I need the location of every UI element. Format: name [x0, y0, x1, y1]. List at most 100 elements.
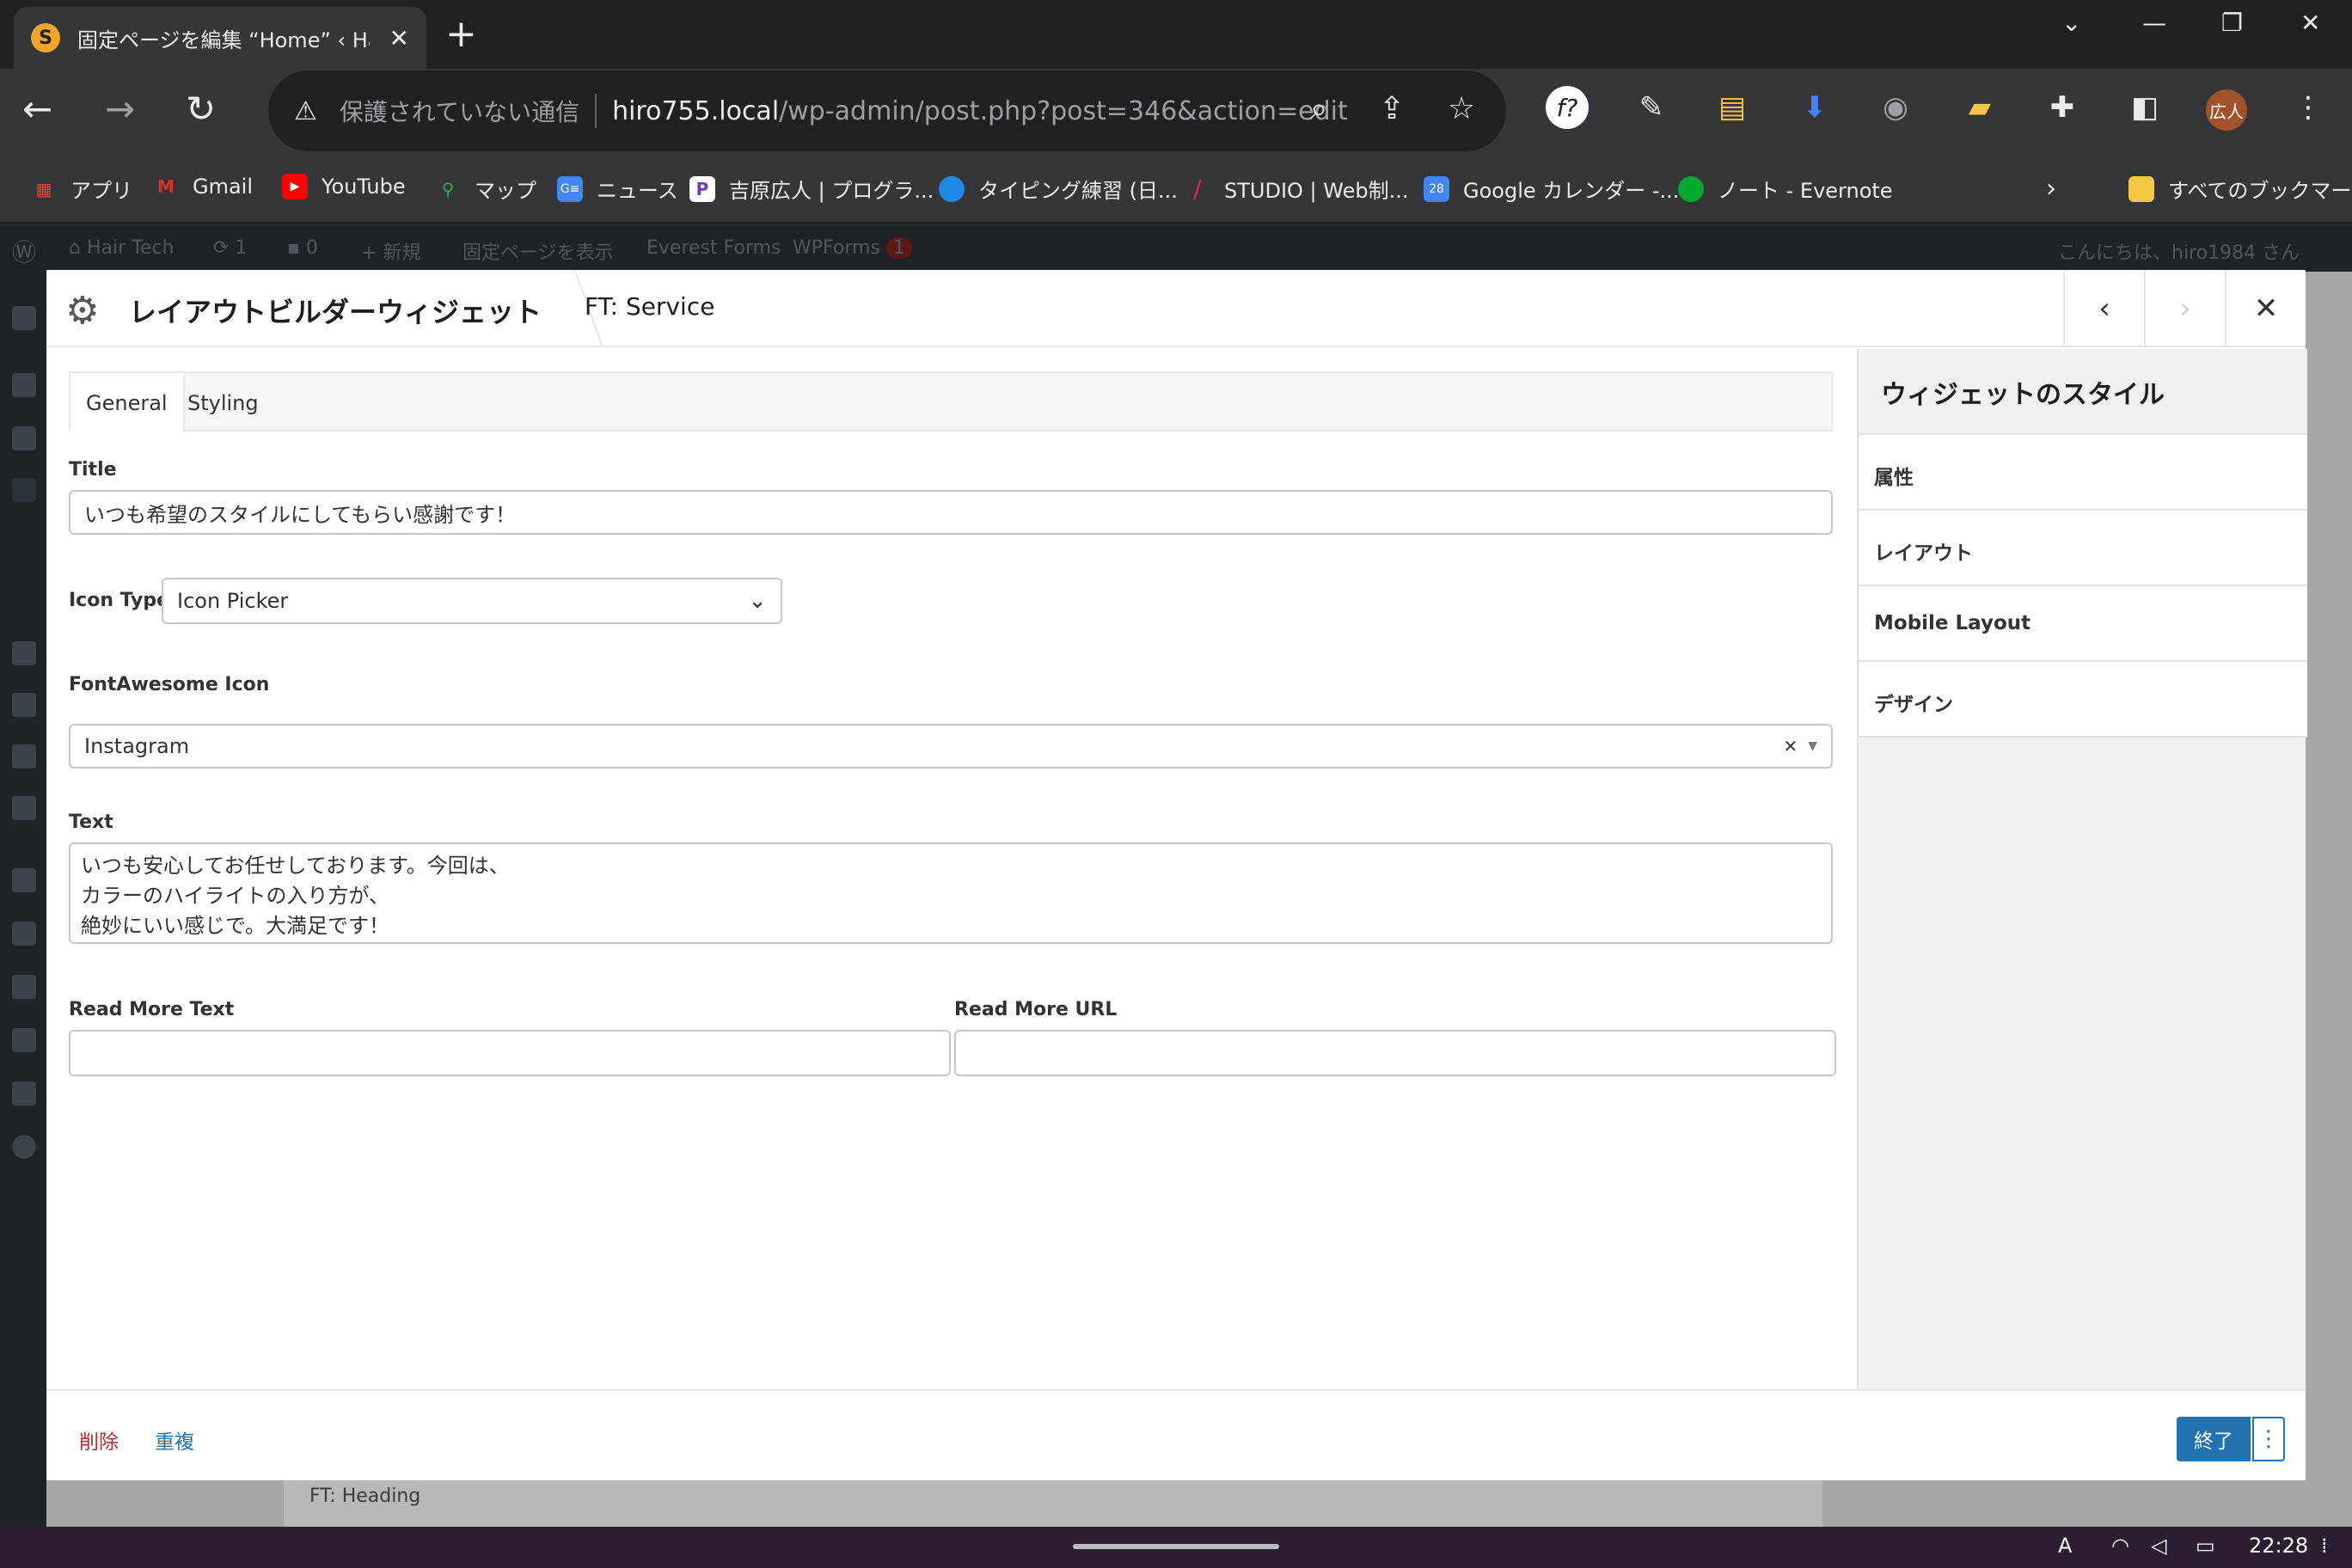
style-section-mobile-layout[interactable]: Mobile Layout: [1859, 586, 2307, 662]
browser-tab[interactable]: S 固定ページを編集 “Home” ‹ Ha ✕: [14, 7, 426, 69]
pages-icon[interactable]: [12, 478, 36, 502]
window-close-icon[interactable]: ✕: [2300, 9, 2320, 37]
kebab-menu-icon: ⋮: [2257, 1426, 2280, 1452]
text-label: Text: [69, 812, 113, 833]
clock[interactable]: 22:28: [2249, 1534, 2308, 1558]
title-input[interactable]: いつも希望のスタイルにしてもらい感謝です！: [69, 490, 1833, 535]
text-line: 絶妙にいい感じで。大満足です！: [81, 914, 390, 938]
download-extension-icon[interactable]: ⬇: [1793, 86, 1836, 129]
tab-styling[interactable]: Styling: [172, 373, 274, 433]
tab-close-icon[interactable]: ✕: [389, 24, 409, 52]
style-section-attributes[interactable]: 属性: [1859, 435, 2307, 511]
bookmarks-overflow-chevron-icon[interactable]: ›: [2046, 174, 2056, 204]
text-textarea[interactable]: いつも安心してお任せしております。今回は、 カラーのハイライトの入り方が、 絶妙…: [69, 842, 1833, 944]
wp-logo-icon[interactable]: Ⓦ: [12, 234, 36, 268]
user-greeting[interactable]: こんにちは、hiro1984 さん: [2058, 237, 2300, 265]
screenshot-extension-icon[interactable]: ◉: [1874, 86, 1917, 129]
new-tab-icon[interactable]: +: [445, 12, 477, 56]
omnibox-divider: [595, 94, 597, 128]
appearance-icon[interactable]: [12, 868, 36, 892]
delete-link[interactable]: 削除: [79, 1425, 119, 1455]
bookmark-news[interactable]: G≡ ニュース: [557, 174, 678, 204]
home-handle[interactable]: [1073, 1544, 1279, 1549]
tab-search-chevron-icon[interactable]: ⌄: [2061, 9, 2081, 37]
posts-pin-icon[interactable]: [12, 373, 36, 397]
bookmark-gmail[interactable]: M Gmail: [153, 174, 253, 199]
ime-icon[interactable]: A: [2058, 1534, 2072, 1558]
wifi-icon[interactable]: ◠: [2111, 1534, 2129, 1558]
p-icon: P: [689, 175, 715, 202]
back-icon[interactable]: ←: [22, 88, 52, 130]
address-bar[interactable]: ⚠ 保護されていない通信 hiro755.local/wp-admin/post…: [268, 70, 1506, 151]
bookmark-typing[interactable]: タイピング練習 (日...: [939, 174, 1178, 204]
next-widget-button[interactable]: ›: [2144, 270, 2225, 347]
color-picker-extension-icon[interactable]: ✎: [1630, 86, 1673, 129]
bookmark-youtube[interactable]: ▶ YouTube: [282, 174, 406, 199]
style-section-design[interactable]: デザイン: [1859, 662, 2307, 738]
more-options-button[interactable]: ⋮: [2252, 1417, 2285, 1461]
users-icon[interactable]: [12, 975, 36, 999]
bookmark-studio[interactable]: / STUDIO | Web制...: [1185, 174, 1408, 204]
url-text[interactable]: hiro755.local/wp-admin/post.php?post=346…: [612, 96, 1348, 126]
bookmark-portfolio[interactable]: P 吉原広人 | プログラ...: [689, 174, 934, 204]
folder-extension-icon[interactable]: ▰: [1958, 86, 2001, 129]
read-more-text-label: Read More Text: [69, 999, 235, 1020]
site-name-link[interactable]: ⌂ Hair Tech: [69, 237, 174, 259]
close-modal-button[interactable]: ✕: [2225, 270, 2306, 347]
volume-icon[interactable]: ◁: [2151, 1534, 2166, 1558]
read-more-text-input[interactable]: [69, 1030, 951, 1076]
forward-icon[interactable]: →: [105, 88, 135, 130]
collapse-menu-icon[interactable]: [12, 1135, 36, 1159]
tools-icon[interactable]: [12, 1028, 36, 1052]
calendar-menu-icon[interactable]: [12, 796, 36, 820]
dropdown-arrow-icon[interactable]: ▼: [1808, 739, 1817, 753]
bookmark-star-icon[interactable]: ☆: [1448, 91, 1475, 126]
done-button[interactable]: 終了: [2177, 1417, 2251, 1461]
fontawesome-select[interactable]: Instagram ✕ ▼: [69, 724, 1833, 769]
widget-form: General Styling Title いつも希望のスタイルにしてもらい感謝…: [46, 349, 1857, 1389]
apps-grid-icon: ▦: [35, 178, 52, 199]
bookmarks-bar: ▦ アプリ M Gmail ▶ YouTube ⚲ マップ G≡ ニュース P 吉原広人 |…: [0, 156, 2352, 224]
clear-selection-icon[interactable]: ✕: [1783, 736, 1798, 756]
tray-overflow-icon[interactable]: ⁞: [2321, 1534, 2328, 1558]
font-ninja-extension-icon[interactable]: f?: [1546, 86, 1589, 129]
feedback-icon[interactable]: [12, 744, 36, 769]
side-panel-icon[interactable]: ◧: [2123, 86, 2166, 129]
wpforms-link[interactable]: WPForms 1: [793, 237, 912, 259]
bookmark-maps[interactable]: ⚲ マップ: [435, 174, 536, 204]
read-more-url-input[interactable]: [954, 1030, 1836, 1076]
updates-link[interactable]: ⟳ 1: [213, 237, 247, 259]
icon-type-select[interactable]: Icon Picker ⌄: [162, 578, 782, 624]
plugins-icon[interactable]: [12, 922, 36, 946]
minimize-icon[interactable]: —: [2142, 9, 2166, 37]
dashboard-icon[interactable]: [12, 306, 36, 330]
extensions-puzzle-icon[interactable]: ✚: [2041, 86, 2084, 129]
forms-icon[interactable]: [12, 693, 36, 717]
everest-forms-link[interactable]: Everest Forms: [646, 237, 781, 259]
bookmark-all[interactable]: すべてのブックマーク: [2128, 174, 2352, 204]
media-icon[interactable]: [12, 426, 36, 450]
bookmark-calendar[interactable]: 28 Google カレンダー -...: [1424, 174, 1679, 204]
share-icon[interactable]: ⇪: [1379, 91, 1405, 126]
battery-icon[interactable]: ▭: [2196, 1534, 2215, 1558]
new-content-link[interactable]: + 新規: [361, 237, 420, 265]
reload-icon[interactable]: ↻: [186, 88, 216, 130]
tab-title: 固定ページを編集 “Home” ‹ Ha: [77, 28, 370, 52]
tab-general[interactable]: General: [70, 373, 185, 433]
bookmark-apps[interactable]: ▦ アプリ: [31, 174, 132, 204]
bookmark-evernote[interactable]: ノート - Evernote: [1678, 174, 1893, 204]
zoom-icon[interactable]: ⌕: [1310, 91, 1327, 127]
settings-icon[interactable]: [12, 1081, 36, 1106]
notes-extension-icon[interactable]: ▤: [1711, 86, 1754, 129]
comments-link[interactable]: ▪ 0: [287, 237, 318, 259]
restore-icon[interactable]: ❐: [2221, 9, 2243, 37]
previous-widget-button[interactable]: ‹: [2063, 270, 2144, 347]
chrome-menu-icon[interactable]: ⋮: [2287, 86, 2330, 129]
duplicate-link[interactable]: 重複: [155, 1425, 194, 1455]
insecure-label: 保護されていない通信: [339, 98, 580, 126]
layout-builder-modal: ⚙ レイアウトビルダーウィジェット FT: Service ‹ › ✕ Gene…: [46, 270, 2307, 1480]
style-section-layout[interactable]: レイアウト: [1859, 511, 2307, 586]
comments-icon[interactable]: [12, 641, 36, 665]
profile-avatar[interactable]: 広人: [2206, 89, 2247, 131]
view-page-link[interactable]: 固定ページを表示: [462, 237, 614, 265]
